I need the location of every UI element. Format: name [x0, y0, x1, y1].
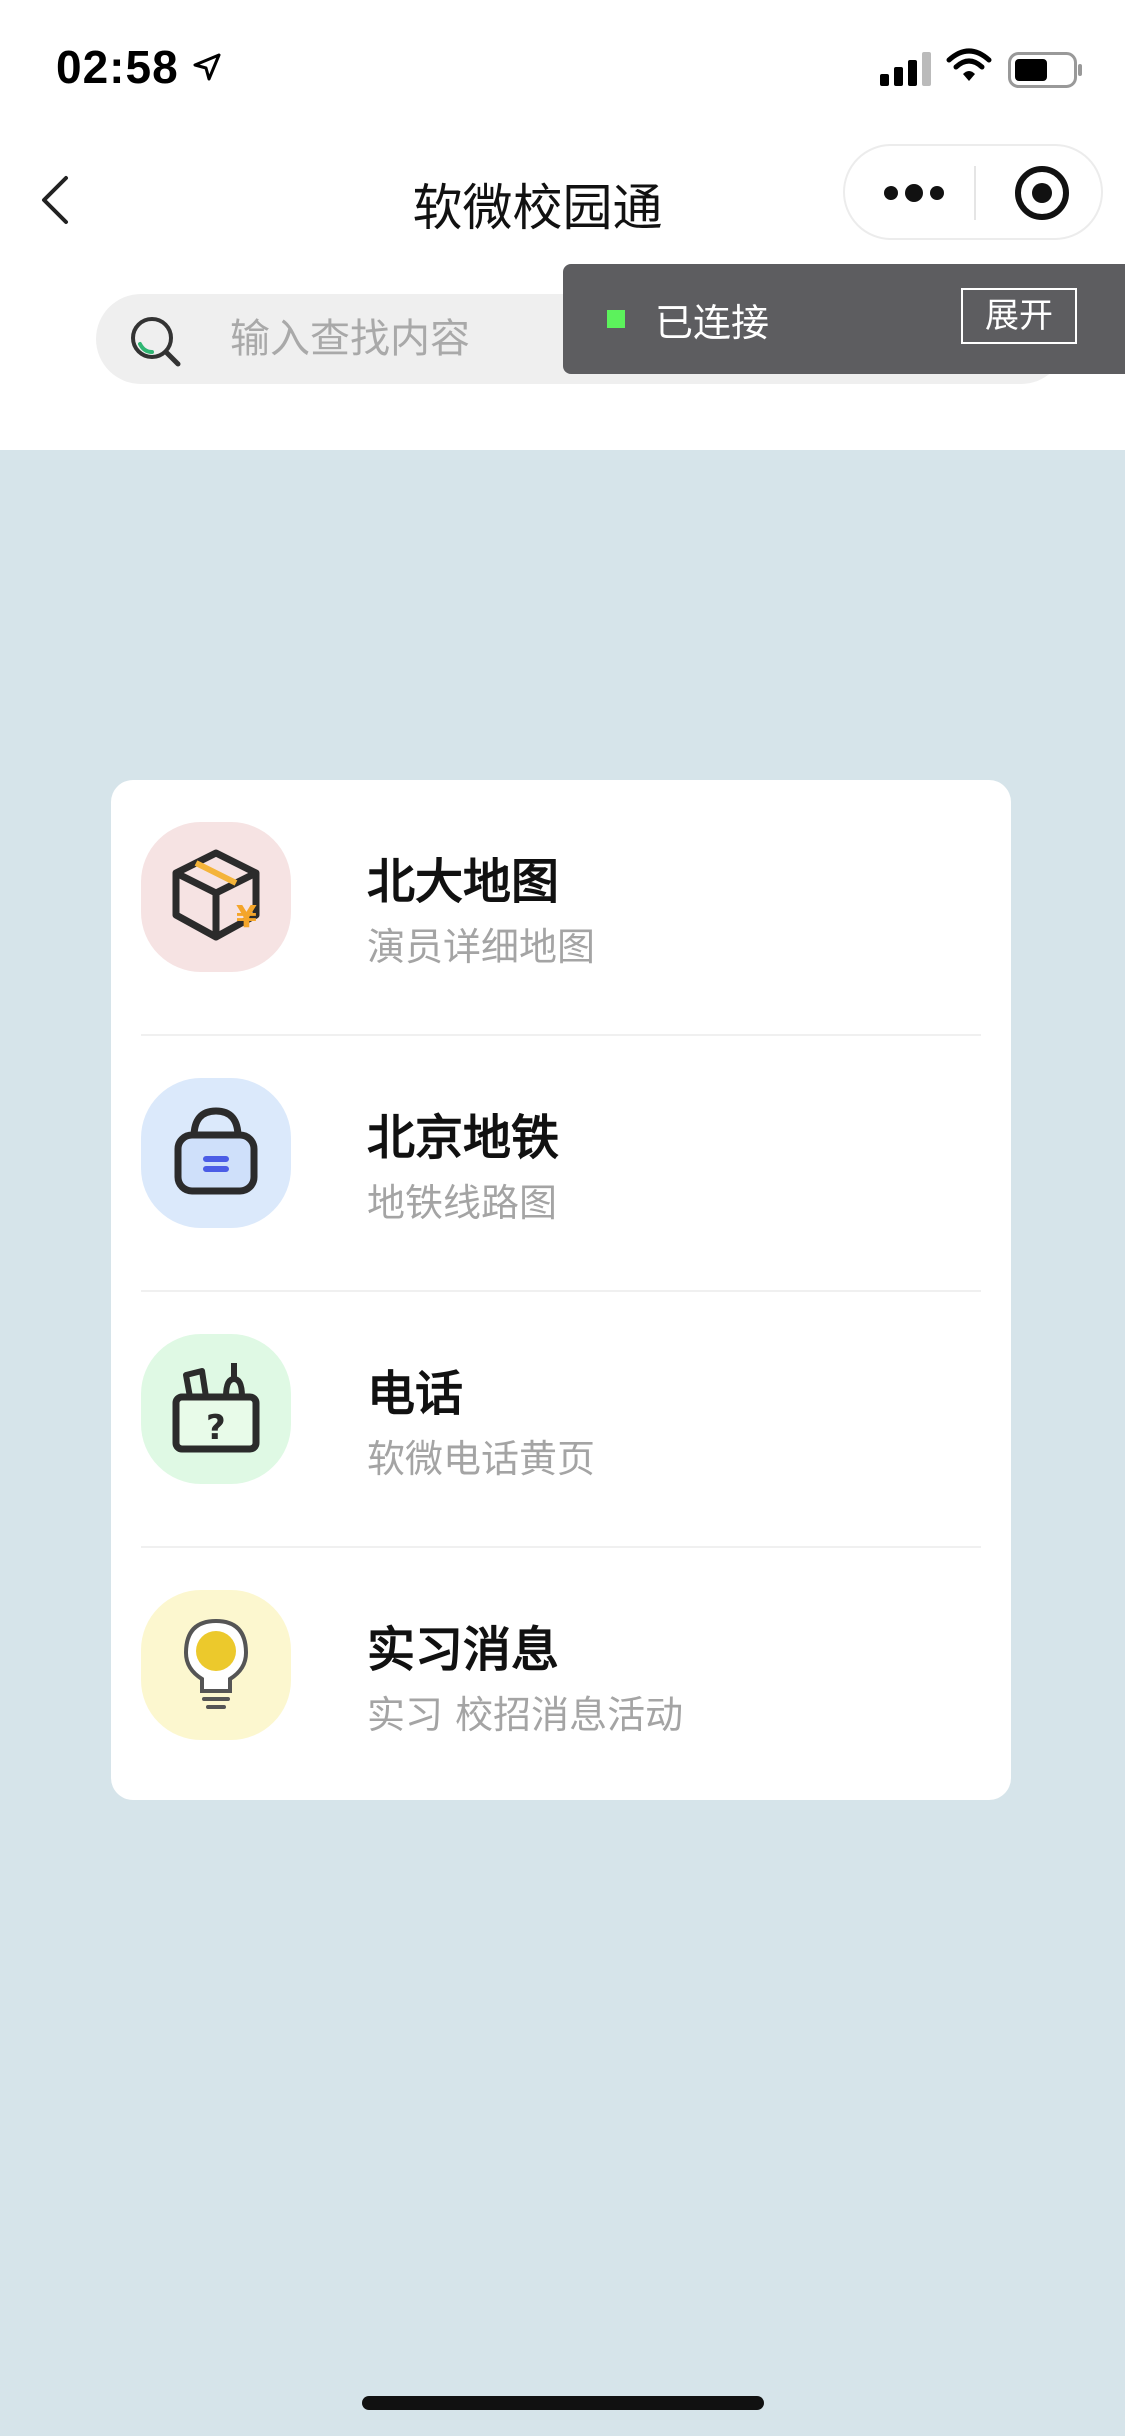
item-subtitle: 实习 校招消息活动: [367, 1693, 684, 1737]
list-item-campus-map[interactable]: ¥ 北大地图 演员详细地图: [111, 780, 1011, 1036]
item-icon-container: ?: [141, 1334, 291, 1484]
location-arrow-icon: [192, 52, 222, 86]
navigation-bar: 软微校园通: [0, 130, 1125, 260]
connection-status-label: 已连接: [655, 301, 770, 345]
list-item-subway[interactable]: 北京地铁 地铁线路图: [111, 1036, 1011, 1292]
expand-button[interactable]: 展开: [961, 288, 1077, 344]
wifi-icon: [946, 48, 992, 88]
item-subtitle: 演员详细地图: [367, 925, 596, 969]
item-title: 电话: [367, 1366, 464, 1422]
list-item-phone[interactable]: ? 电话 软微电话黄页: [111, 1292, 1011, 1548]
search-icon: [128, 314, 184, 374]
status-time: 02:58: [56, 41, 179, 93]
miniprogram-capsule: [843, 144, 1103, 240]
battery-icon: [1008, 52, 1084, 92]
cellular-signal-icon: [880, 52, 934, 90]
close-target-icon[interactable]: [1013, 164, 1071, 226]
connected-status-dot: [607, 310, 625, 328]
item-subtitle: 地铁线路图: [367, 1181, 558, 1225]
header-area: 02:58 软微校园通 输入查找内容 已连接 展开: [0, 0, 1125, 450]
item-subtitle: 软微电话黄页: [367, 1437, 596, 1481]
menu-card: ¥ 北大地图 演员详细地图 北京地铁 地铁线路图 ? 电话 软微电话黄页 实习消…: [111, 780, 1011, 1800]
svg-text:¥: ¥: [236, 900, 257, 935]
lightbulb-icon: [166, 1613, 266, 1717]
list-item-internship[interactable]: 实习消息 实习 校招消息活动: [111, 1548, 1011, 1804]
item-icon-container: ¥: [141, 822, 291, 972]
box-yuan-icon: ¥: [166, 845, 266, 949]
item-icon-container: [141, 1590, 291, 1740]
item-icon-container: [141, 1078, 291, 1228]
question-box-icon: ?: [166, 1357, 266, 1461]
basket-icon: [166, 1101, 266, 1205]
home-indicator[interactable]: [362, 2396, 764, 2410]
more-dots-icon[interactable]: [883, 178, 945, 212]
svg-text:?: ?: [206, 1408, 226, 1448]
capsule-divider: [974, 166, 976, 220]
item-title: 北大地图: [367, 854, 560, 910]
status-bar: 02:58: [0, 0, 1125, 130]
item-title: 北京地铁: [367, 1110, 560, 1166]
item-title: 实习消息: [367, 1622, 560, 1678]
connection-toast: 已连接 展开: [563, 264, 1125, 374]
